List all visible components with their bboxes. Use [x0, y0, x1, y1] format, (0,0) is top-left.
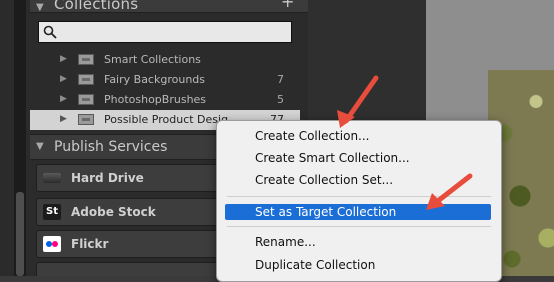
adobe-stock-icon: St [43, 204, 61, 220]
collection-search-input[interactable] [38, 21, 292, 43]
service-label: Flickr [71, 237, 109, 251]
collapse-triangle-icon[interactable]: ▼ [36, 2, 44, 13]
collection-set-icon [78, 54, 94, 65]
collapse-triangle-icon[interactable]: ▼ [36, 141, 44, 152]
collection-row-fairy-backgrounds[interactable]: ▶ Fairy Backgrounds 7 [30, 70, 300, 90]
menu-item-create-smart-collection[interactable]: Create Smart Collection... [225, 150, 491, 166]
service-label: Adobe Stock [71, 205, 156, 219]
scrollbar-thumb[interactable] [16, 192, 24, 276]
publish-services-title: Publish Services [54, 139, 168, 155]
collection-label: PhotoshopBrushes [104, 93, 207, 106]
collection-label: Smart Collections [104, 53, 201, 66]
collection-set-icon [78, 94, 94, 105]
collection-set-icon [78, 74, 94, 85]
service-label: Hard Drive [71, 171, 144, 185]
search-icon [43, 25, 57, 39]
expand-arrow-icon[interactable]: ▶ [60, 74, 67, 84]
menu-item-create-collection[interactable]: Create Collection... [225, 128, 491, 144]
menu-separator [227, 196, 491, 197]
collection-label: Fairy Backgrounds [104, 73, 205, 86]
menu-item-create-collection-set[interactable]: Create Collection Set... [225, 172, 491, 188]
collection-count: 7 [277, 73, 284, 86]
expand-arrow-icon[interactable]: ▶ [60, 114, 67, 124]
expand-arrow-icon[interactable]: ▶ [60, 54, 67, 64]
add-collection-icon[interactable]: + [281, 0, 294, 11]
collections-title: Collections [54, 0, 139, 13]
menu-item-duplicate-collection[interactable]: Duplicate Collection [225, 257, 491, 273]
hard-drive-icon [43, 173, 61, 183]
menu-item-rename[interactable]: Rename... [225, 234, 491, 250]
flickr-icon [43, 236, 61, 252]
collection-count: 5 [277, 93, 284, 106]
collection-set-icon [78, 114, 94, 125]
menu-separator [227, 226, 491, 227]
collection-row-photoshopbrushes[interactable]: ▶ PhotoshopBrushes 5 [30, 90, 300, 110]
context-menu: Create Collection... Create Smart Collec… [216, 120, 502, 282]
collections-panel-header[interactable]: ▼ Collections + [30, 0, 308, 13]
collection-row-smart-collections[interactable]: ▶ Smart Collections [30, 50, 300, 70]
expand-arrow-icon[interactable]: ▶ [60, 94, 67, 104]
menu-item-set-as-target-collection[interactable]: Set as Target Collection [225, 204, 491, 220]
